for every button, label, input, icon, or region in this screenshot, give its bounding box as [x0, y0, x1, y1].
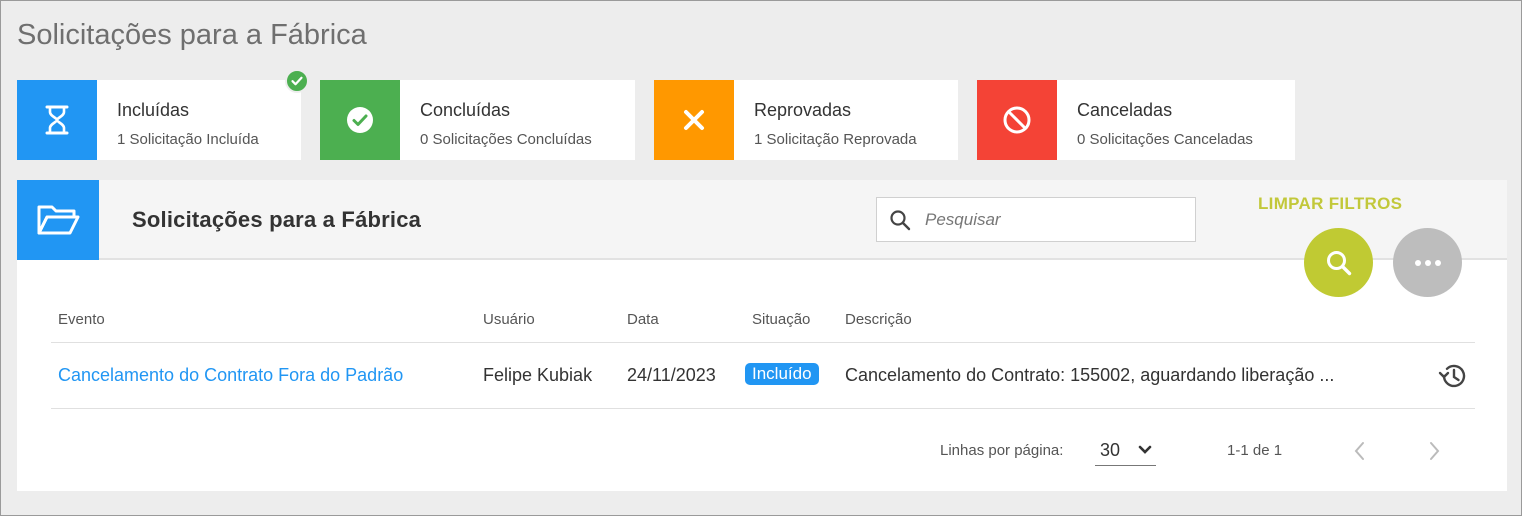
history-icon[interactable]	[1438, 362, 1468, 390]
card-subtitle: 1 Solicitação Reprovada	[754, 131, 917, 148]
rows-per-page-select[interactable]: 30	[1095, 436, 1156, 466]
user-cell: Felipe Kubiak	[483, 365, 593, 385]
chevron-down-icon	[1138, 445, 1152, 455]
folder-open-icon	[17, 180, 99, 260]
column-header-data[interactable]: Data	[627, 311, 659, 328]
table-row[interactable]: Cancelamento do Contrato Fora do Padrão …	[51, 343, 1475, 409]
column-header-usuario[interactable]: Usuário	[483, 311, 535, 328]
selected-check-icon	[285, 69, 309, 93]
status-card-incluidas[interactable]: Incluídas 1 Solicitação Incluída	[17, 69, 309, 160]
status-badge: Incluído	[745, 363, 819, 385]
search-button[interactable]	[1304, 228, 1373, 297]
search-input[interactable]	[925, 209, 1165, 230]
search-icon	[1326, 250, 1351, 275]
column-header-evento[interactable]: Evento	[58, 311, 105, 328]
close-icon	[654, 80, 734, 160]
card-label: Canceladas	[1077, 100, 1173, 120]
status-card-concluidas[interactable]: Concluídas 0 Solicitações Concluídas	[320, 80, 635, 160]
column-header-descricao[interactable]: Descrição	[845, 311, 912, 328]
check-circle-icon	[320, 80, 400, 160]
search-field[interactable]	[876, 197, 1196, 242]
page-range: 1-1 de 1	[1227, 442, 1283, 459]
card-subtitle: 1 Solicitação Incluída	[117, 131, 259, 148]
requests-table: Evento Usuário Data Situação Descrição C…	[51, 299, 1475, 409]
panel-title: Solicitações para a Fábrica	[132, 207, 422, 232]
date-cell: 24/11/2023	[627, 365, 716, 385]
table-header: Evento Usuário Data Situação Descrição	[51, 299, 1475, 343]
more-horizontal-icon	[1414, 259, 1441, 266]
card-label: Concluídas	[420, 100, 511, 120]
card-label: Incluídas	[117, 100, 190, 120]
block-icon	[977, 80, 1057, 160]
rows-per-page-value: 30	[1100, 440, 1121, 460]
card-subtitle: 0 Solicitações Concluídas	[420, 131, 592, 148]
event-link[interactable]: Cancelamento do Contrato Fora do Padrão	[58, 365, 403, 386]
chevron-left-icon[interactable]	[1353, 440, 1367, 462]
hourglass-icon	[17, 80, 97, 160]
status-card-reprovadas[interactable]: Reprovadas 1 Solicitação Reprovada	[654, 80, 958, 160]
search-icon	[889, 209, 911, 231]
app-window: Solicitações para a Fábrica Incluídas 1 …	[0, 0, 1522, 516]
clear-filters-button[interactable]: LIMPAR FILTROS	[1258, 194, 1402, 214]
more-options-button[interactable]	[1393, 228, 1462, 297]
column-header-situacao[interactable]: Situação	[752, 311, 810, 328]
panel-header: Solicitações para a Fábrica LIMPAR FILTR…	[17, 180, 1507, 260]
requests-panel: Solicitações para a Fábrica LIMPAR FILTR…	[17, 180, 1507, 491]
description-cell: Cancelamento do Contrato: 155002, aguard…	[845, 365, 1335, 385]
chevron-right-icon[interactable]	[1427, 440, 1441, 462]
rows-per-page-label: Linhas por página:	[940, 442, 1064, 459]
page-title: Solicitações para a Fábrica	[17, 19, 367, 51]
card-subtitle: 0 Solicitações Canceladas	[1077, 131, 1253, 148]
pagination-bar: Linhas por página: 30 1-1 de 1	[17, 432, 1507, 472]
card-label: Reprovadas	[754, 100, 852, 120]
status-card-canceladas[interactable]: Canceladas 0 Solicitações Canceladas	[977, 80, 1295, 160]
